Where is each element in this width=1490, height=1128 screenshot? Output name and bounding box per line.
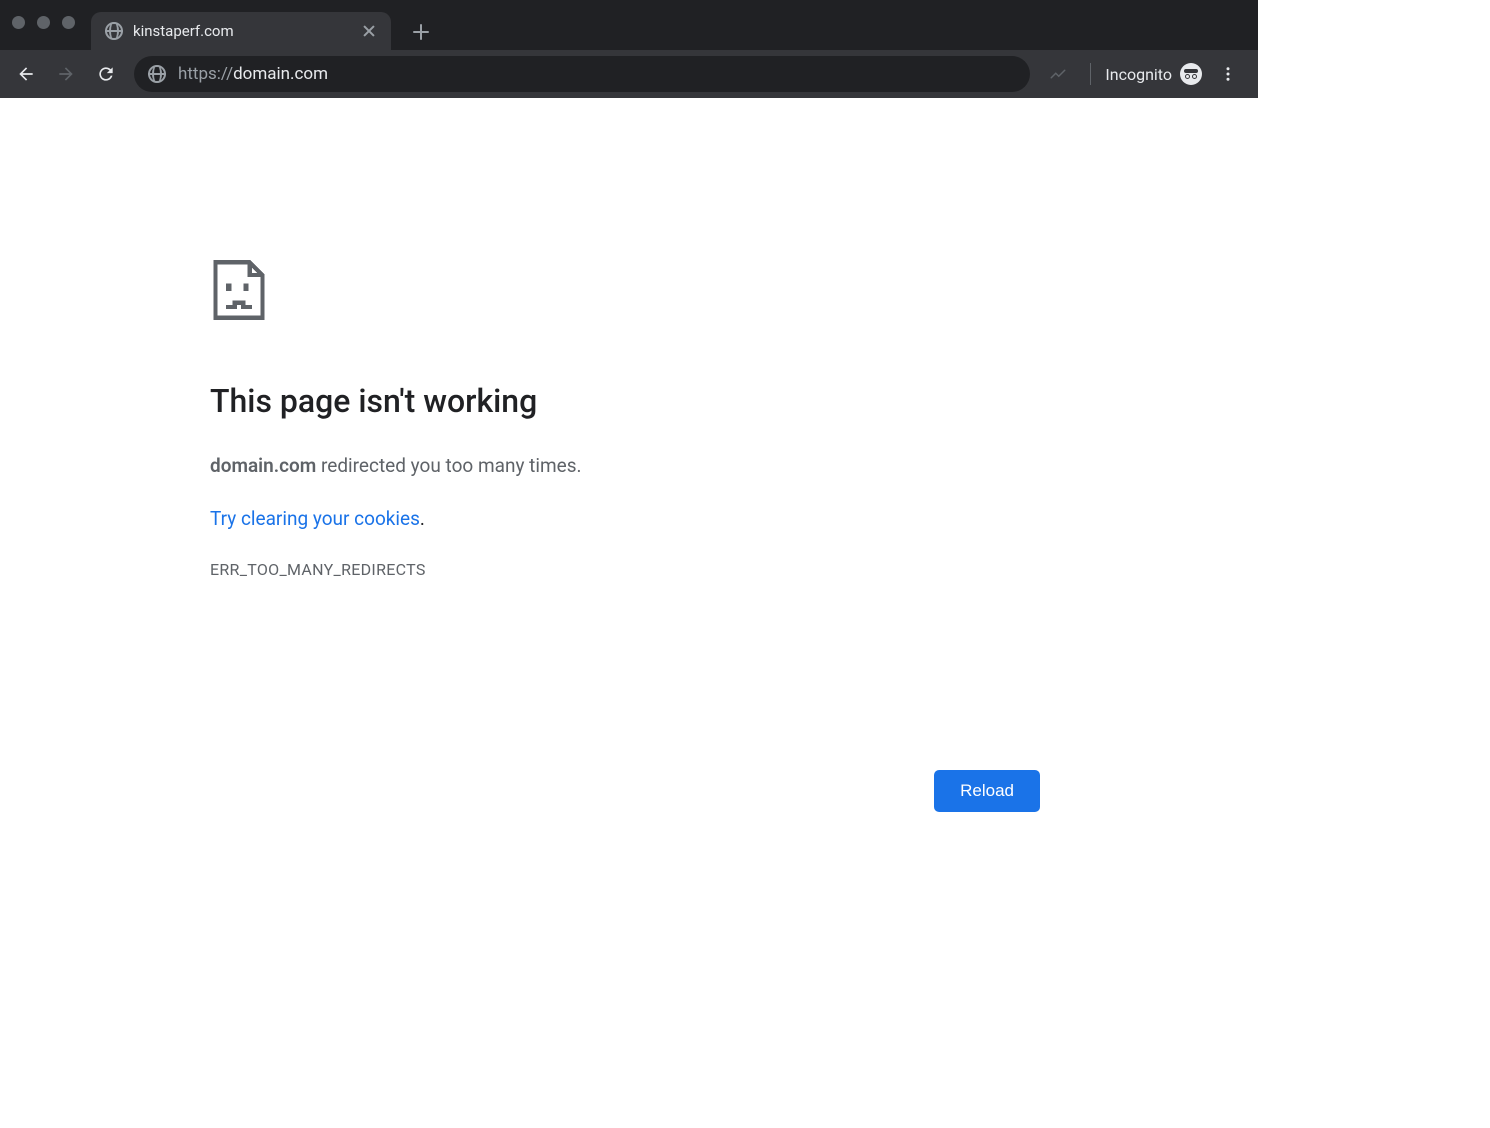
error-title: This page isn't working bbox=[210, 382, 1040, 420]
forward-button[interactable] bbox=[48, 56, 84, 92]
tab-strip: kinstaperf.com bbox=[0, 0, 1258, 50]
error-page: This page isn't working domain.com redir… bbox=[0, 98, 1100, 952]
menu-button[interactable] bbox=[1210, 56, 1246, 92]
sad-document-icon bbox=[210, 258, 268, 322]
back-button[interactable] bbox=[8, 56, 44, 92]
reload-page-button[interactable]: Reload bbox=[934, 770, 1040, 812]
window-controls bbox=[12, 0, 75, 50]
error-code: ERR_TOO_MANY_REDIRECTS bbox=[210, 560, 1040, 579]
error-message: domain.com redirected you too many times… bbox=[210, 454, 1040, 477]
clear-cookies-link[interactable]: Try clearing your cookies bbox=[210, 507, 420, 530]
browser-toolbar: https://domain.com Incognito bbox=[0, 50, 1258, 98]
error-host: domain.com bbox=[210, 454, 316, 477]
toolbar-divider bbox=[1090, 63, 1091, 85]
close-tab-icon[interactable] bbox=[361, 23, 377, 39]
window-minimize-dot[interactable] bbox=[37, 16, 50, 29]
extensions-icon[interactable] bbox=[1040, 56, 1076, 92]
browser-tab[interactable]: kinstaperf.com bbox=[91, 12, 391, 50]
url-scheme: https:// bbox=[178, 64, 233, 84]
incognito-icon bbox=[1180, 63, 1202, 85]
new-tab-button[interactable] bbox=[405, 16, 437, 48]
link-period: . bbox=[420, 507, 425, 530]
incognito-label: Incognito bbox=[1105, 65, 1172, 84]
address-bar[interactable]: https://domain.com bbox=[134, 56, 1030, 92]
globe-icon bbox=[105, 22, 123, 40]
url-text: https://domain.com bbox=[178, 64, 328, 84]
error-suggestion: Try clearing your cookies. bbox=[210, 507, 1040, 530]
tab-title: kinstaperf.com bbox=[133, 22, 234, 40]
reload-button[interactable] bbox=[88, 56, 124, 92]
window-close-dot[interactable] bbox=[12, 16, 25, 29]
error-message-text: redirected you too many times. bbox=[316, 454, 581, 477]
site-info-icon[interactable] bbox=[148, 65, 166, 83]
url-domain: domain.com bbox=[233, 64, 328, 84]
window-maximize-dot[interactable] bbox=[62, 16, 75, 29]
